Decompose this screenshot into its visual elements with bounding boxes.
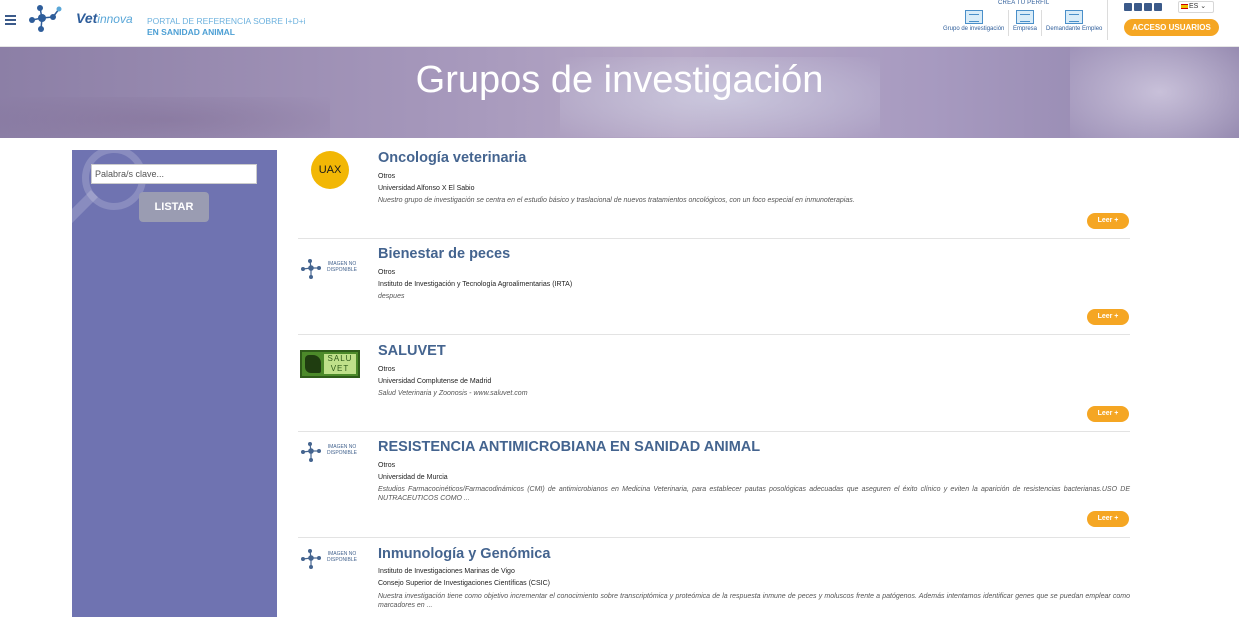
tagline-line2: EN SANIDAD ANIMAL xyxy=(147,27,235,37)
laptop-icon xyxy=(1065,10,1084,24)
uax-logo: UAX xyxy=(311,151,349,189)
office-icon xyxy=(1016,10,1034,24)
result-description: Nuestro grupo de investigación se centra… xyxy=(378,197,855,204)
saluvet-logo: SALU VET xyxy=(300,350,360,378)
portal-tagline: PORTAL DE REFERENCIA SOBRE I+D+i EN SANI… xyxy=(147,16,306,38)
linkedin-icon[interactable] xyxy=(1134,3,1142,11)
building-icon xyxy=(964,10,983,24)
listar-button[interactable]: LISTAR xyxy=(139,192,209,222)
result-type: Otros xyxy=(378,269,396,276)
image-unavailable-placeholder: IMAGEN NO DISPONIBLE xyxy=(300,441,366,463)
result-institution: Universidad Complutense de Madrid xyxy=(378,378,492,385)
result-description: Nuestra investigación tiene como objetiv… xyxy=(378,593,1130,609)
result-type: Instituto de Investigaciones Marinas de … xyxy=(378,568,515,575)
tagline-line1: PORTAL DE REFERENCIA SOBRE I+D+i xyxy=(147,16,306,26)
result-institution: Consejo Superior de Investigaciones Cien… xyxy=(378,580,550,587)
hero-banner: Grupos de investigación xyxy=(0,47,1239,138)
result-type: Otros xyxy=(378,462,396,469)
instagram-icon[interactable] xyxy=(1154,3,1162,11)
profile-option-grupo[interactable]: Grupo de investigación xyxy=(943,10,1004,32)
result-thumbnail[interactable]: IMAGEN NO DISPONIBLE xyxy=(298,546,366,586)
leer-mas-button[interactable]: Leer + xyxy=(1087,511,1129,527)
result-institution: Universidad Alfonso X El Sabio xyxy=(378,185,475,192)
result-institution: Instituto de Investigación y Tecnología … xyxy=(378,281,573,288)
result-type: Otros xyxy=(378,173,396,180)
image-unavailable-placeholder: IMAGEN NO DISPONIBLE xyxy=(300,548,366,570)
keyword-search-input[interactable] xyxy=(91,164,257,184)
chevron-down-icon: ⌄ xyxy=(1200,3,1207,10)
result-description: despues xyxy=(378,293,405,300)
saluvet-figure xyxy=(305,355,321,373)
result-institution: Universidad de Murcia xyxy=(378,474,448,481)
result-thumbnail[interactable]: SALU VET xyxy=(298,343,366,383)
result-description: Salud Veterinaria y Zoonosis - www.saluv… xyxy=(378,390,528,397)
youtube-icon[interactable] xyxy=(1144,3,1152,11)
result-title[interactable]: Inmunología y Genómica xyxy=(378,546,550,562)
image-unavailable-placeholder: IMAGEN NO DISPONIBLE xyxy=(300,258,366,280)
molecule-logo-icon xyxy=(29,5,62,32)
result-item: SALU VET SALUVET Otros Universidad Compl… xyxy=(298,343,1130,432)
image-unavailable-text: IMAGEN NO DISPONIBLE xyxy=(326,444,357,456)
access-users-button[interactable]: ACCESO USUARIOS xyxy=(1124,19,1219,36)
molecule-icon xyxy=(301,549,321,569)
result-title[interactable]: Bienestar de peces xyxy=(378,246,510,262)
spain-flag-icon xyxy=(1181,3,1188,9)
result-title[interactable]: RESISTENCIA ANTIMICROBIANA EN SANIDAD AN… xyxy=(378,439,760,455)
image-unavailable-text: IMAGEN NO DISPONIBLE xyxy=(326,261,357,273)
result-thumbnail[interactable]: IMAGEN NO DISPONIBLE xyxy=(298,439,366,479)
hamburger-menu-icon[interactable] xyxy=(5,15,16,25)
profile-option-label: Empresa xyxy=(1013,26,1038,32)
page-title: Grupos de investigación xyxy=(415,59,824,101)
divider xyxy=(1041,10,1042,36)
language-select[interactable]: ES ⌄ xyxy=(1178,1,1214,13)
twitter-icon[interactable] xyxy=(1124,3,1132,11)
leer-mas-button[interactable]: Leer + xyxy=(1087,406,1129,422)
logo-text: Vetinnova xyxy=(76,10,133,26)
crea-perfil-label: CREA TU PERFIL xyxy=(998,0,1050,6)
saluvet-logo-text: SALU VET xyxy=(324,354,356,374)
divider xyxy=(1008,10,1009,36)
leer-mas-button[interactable]: Leer + xyxy=(1087,213,1129,229)
result-item: IMAGEN NO DISPONIBLE Bienestar de peces … xyxy=(298,246,1130,335)
profile-option-label: Demandante Empleo xyxy=(1046,26,1103,32)
molecule-icon xyxy=(301,442,321,462)
result-type: Otros xyxy=(378,366,396,373)
profile-option-label: Grupo de investigación xyxy=(943,26,1005,32)
hero-background xyxy=(0,97,330,138)
vetinnova-logo[interactable]: Vetinnova xyxy=(26,4,133,34)
top-header: Vetinnova PORTAL DE REFERENCIA SOBRE I+D… xyxy=(0,0,1239,47)
result-item: UAX Oncología veterinaria Otros Universi… xyxy=(298,150,1130,239)
social-links xyxy=(1124,3,1162,11)
divider xyxy=(1107,0,1108,40)
result-item: IMAGEN NO DISPONIBLE RESISTENCIA ANTIMIC… xyxy=(298,439,1130,538)
leer-mas-button[interactable]: Leer + xyxy=(1087,309,1129,325)
image-unavailable-text: IMAGEN NO DISPONIBLE xyxy=(326,551,357,563)
profile-option-empresa[interactable]: Empresa xyxy=(1013,10,1037,32)
result-thumbnail[interactable]: UAX xyxy=(298,150,366,190)
result-title[interactable]: Oncología veterinaria xyxy=(378,150,526,166)
profile-option-demandante[interactable]: Demandante Empleo xyxy=(1046,10,1102,32)
result-thumbnail[interactable]: IMAGEN NO DISPONIBLE xyxy=(298,246,366,286)
result-title[interactable]: SALUVET xyxy=(378,343,446,359)
result-item: IMAGEN NO DISPONIBLE Inmunología y Genóm… xyxy=(298,546,1130,617)
magnifier-handle xyxy=(72,190,98,224)
result-description: Estudios Farmacocinéticos/Farmacodinámic… xyxy=(378,486,1130,502)
molecule-icon xyxy=(301,259,321,279)
search-sidebar: LISTAR xyxy=(72,150,277,617)
